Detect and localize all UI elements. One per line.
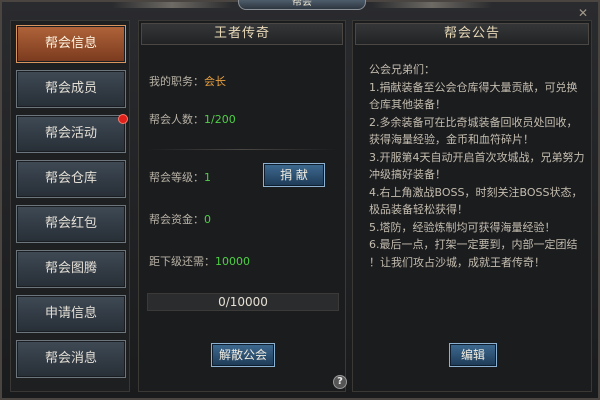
notice-line: 5.塔防，经验炼制均可获得海量经验！: [369, 220, 556, 234]
level-row: 帮会等级：1: [149, 169, 211, 185]
level-value: 1: [204, 171, 211, 184]
members-label: 帮会人数：: [149, 113, 204, 126]
divider: [147, 149, 337, 150]
notice-text: 公会兄弟们： 1.捐献装备至公会仓库得大量贡献，可兑换 仓库其他装备！ 2.多余…: [369, 61, 585, 271]
guild-name-header: 王者传奇: [141, 23, 343, 45]
notice-line: 极品装备轻松获得！: [369, 203, 468, 216]
next-level-label: 距下级还需：: [149, 255, 215, 268]
notice-header: 帮会公告: [355, 23, 589, 45]
sidebar-item-label: 帮会活动: [44, 126, 97, 141]
sidebar-item-guild-members[interactable]: 帮会成员: [16, 70, 126, 108]
guild-info-panel: 王者传奇 我的职务：会长 帮会人数：1/200 帮会等级：1 捐 献 帮会资金：…: [138, 20, 347, 392]
notice-line: 冲级搞好装备！: [369, 168, 446, 181]
notice-line: 1.捐献装备至公会仓库得大量贡献，可兑换: [369, 80, 578, 94]
notice-line: 获得海量经验，金币和血符碎片！: [369, 133, 534, 146]
sidebar-item-guild-activity[interactable]: 帮会活动: [16, 114, 128, 153]
top-ornament-right: [372, 2, 492, 8]
window-title: 帮会: [238, 0, 366, 10]
guild-notice-panel: 帮会公告 公会兄弟们： 1.捐献装备至公会仓库得大量贡献，可兑换 仓库其他装备！…: [352, 20, 592, 392]
notice-line: 6.最后一点，打架一定要到，内部一定团结: [369, 238, 578, 251]
notice-line: 公会兄弟们：: [369, 63, 435, 76]
duty-row: 我的职务：会长: [149, 73, 226, 89]
notification-dot-icon: [118, 114, 128, 124]
notice-line: 4.右上角激战BOSS，时刻关注BOSS状态，: [369, 185, 583, 199]
progress-text: 0/10000: [218, 295, 268, 309]
help-icon[interactable]: ?: [333, 375, 347, 389]
notice-line: 仓库其他装备！: [369, 98, 446, 111]
next-level-value: 10000: [215, 255, 250, 268]
guild-window: 帮会 ✕ 帮会信息 帮会成员 帮会活动 帮会仓库 帮会红包 帮会图腾 申请信息 …: [0, 0, 600, 400]
sidebar-item-guild-messages[interactable]: 帮会消息: [16, 340, 126, 378]
sidebar-item-guild-warehouse[interactable]: 帮会仓库: [16, 160, 126, 198]
sidebar-item-guild-totem[interactable]: 帮会图腾: [16, 250, 126, 288]
disband-guild-button[interactable]: 解散公会: [211, 343, 275, 367]
sidebar-item-guild-red-packet[interactable]: 帮会红包: [16, 205, 126, 243]
duty-label: 我的职务：: [149, 75, 204, 88]
members-row: 帮会人数：1/200: [149, 111, 236, 127]
funds-value: 0: [204, 213, 211, 226]
top-ornament-left: [112, 2, 232, 8]
sidebar: 帮会信息 帮会成员 帮会活动 帮会仓库 帮会红包 帮会图腾 申请信息 帮会消息: [10, 20, 130, 392]
duty-value: 会长: [204, 75, 226, 88]
funds-label: 帮会资金：: [149, 213, 204, 226]
notice-line: 3.开服第4天自动开启首次攻城战，兄弟努力: [369, 150, 585, 164]
sidebar-item-guild-info[interactable]: 帮会信息: [16, 25, 126, 63]
notice-line: 2.多余装备可在比奇城装备回收员处回收，: [369, 115, 578, 129]
close-icon[interactable]: ✕: [576, 6, 590, 20]
edit-notice-button[interactable]: 编辑: [449, 343, 497, 367]
members-value: 1/200: [204, 113, 236, 126]
funds-row: 帮会资金：0: [149, 211, 211, 227]
guild-exp-progress-bar: 0/10000: [147, 293, 339, 311]
notice-line: ！让我们攻占沙城，成就王者传奇！: [369, 255, 545, 269]
next-level-row: 距下级还需：10000: [149, 253, 250, 269]
donate-button[interactable]: 捐 献: [263, 163, 325, 187]
sidebar-item-applications[interactable]: 申请信息: [16, 295, 126, 333]
level-label: 帮会等级：: [149, 171, 204, 184]
